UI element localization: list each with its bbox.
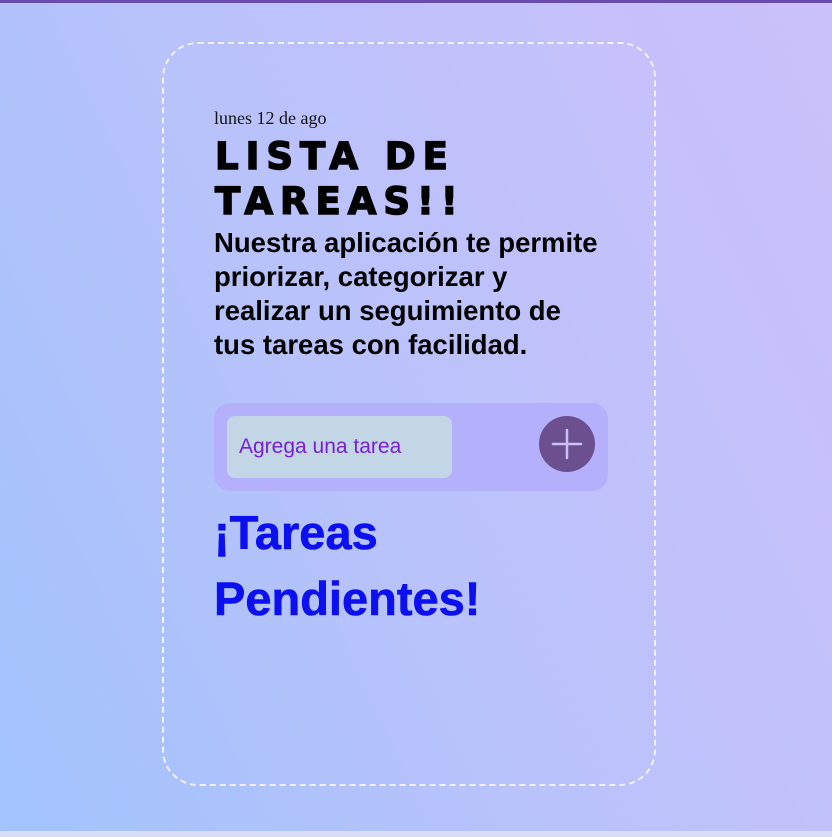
- add-task-form: [214, 403, 608, 491]
- task-input[interactable]: [227, 416, 452, 478]
- pending-tasks-heading: ¡Tareas Pendientes!: [214, 506, 481, 626]
- page-title: LISTA DE TAREAS!!: [214, 134, 465, 224]
- app-description: Nuestra aplicación te permite priorizar,…: [214, 227, 598, 360]
- plus-icon: [551, 428, 583, 460]
- top-accent-bar: [0, 0, 832, 3]
- bottom-strip: [0, 831, 832, 837]
- current-date: lunes 12 de ago: [214, 108, 327, 128]
- add-task-button[interactable]: [539, 416, 595, 472]
